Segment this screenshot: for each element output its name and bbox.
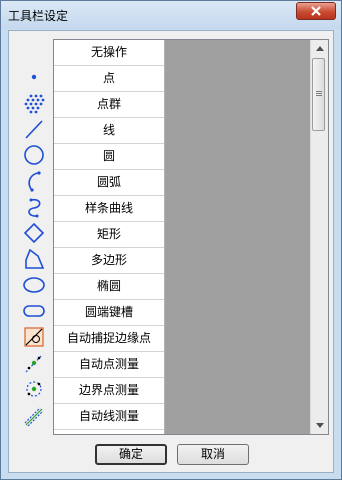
- spline-icon: [22, 195, 46, 219]
- circle-icon: [22, 143, 46, 167]
- window-title: 工具栏设定: [8, 9, 69, 23]
- ok-button[interactable]: 确定: [95, 444, 167, 465]
- list-item-auto-line-measure[interactable]: 自动线测量: [54, 404, 164, 430]
- scrollbar-thumb[interactable]: [312, 58, 325, 131]
- list-item-point[interactable]: 点: [54, 66, 164, 92]
- scroll-down-icon: [315, 423, 324, 428]
- list-item-edge-snap[interactable]: 自动捕捉边缘点: [54, 326, 164, 352]
- scroll-down-button[interactable]: [311, 417, 328, 434]
- boundary-point-measure-icon: [22, 377, 46, 401]
- rectangle-icon: [22, 221, 46, 245]
- arc-icon: [22, 169, 46, 193]
- close-icon: [311, 6, 321, 16]
- slot-icon: [22, 299, 46, 323]
- grip-line: [316, 91, 322, 92]
- list-item-next[interactable]: [54, 430, 164, 434]
- grip-line: [316, 95, 322, 96]
- title-bar: 工具栏设定: [1, 1, 341, 29]
- close-button[interactable]: [296, 2, 336, 20]
- list-item-rectangle[interactable]: 矩形: [54, 222, 164, 248]
- point-cloud-icon: [22, 91, 46, 115]
- polygon-icon: [22, 247, 46, 271]
- list-item-circle[interactable]: 圆: [54, 144, 164, 170]
- list-item-ellipse[interactable]: 椭圆: [54, 274, 164, 300]
- list-item-no-operation[interactable]: 无操作: [54, 40, 164, 66]
- toolbar-settings-dialog: 工具栏设定 无操作 点 点群 线 圆 圆弧 样条曲线 矩形 多边形 椭圆 圆端键…: [0, 0, 342, 480]
- auto-point-measure-icon: [22, 351, 46, 375]
- vertical-scrollbar[interactable]: [310, 40, 328, 434]
- scroll-up-button[interactable]: [311, 40, 328, 57]
- point-icon: [22, 65, 46, 89]
- function-list-column: 无操作 点 点群 线 圆 圆弧 样条曲线 矩形 多边形 椭圆 圆端键槽 自动捕捉…: [54, 40, 165, 434]
- list-item-arc[interactable]: 圆弧: [54, 170, 164, 196]
- list-item-spline[interactable]: 样条曲线: [54, 196, 164, 222]
- cancel-button[interactable]: 取消: [177, 444, 249, 465]
- line-icon: [22, 117, 46, 141]
- list-item-line[interactable]: 线: [54, 118, 164, 144]
- edge-snap-icon: [22, 325, 46, 349]
- scroll-up-icon: [315, 46, 324, 51]
- toolbar-function-list[interactable]: 无操作 点 点群 线 圆 圆弧 样条曲线 矩形 多边形 椭圆 圆端键槽 自动捕捉…: [53, 39, 329, 435]
- list-item-boundary-point-measure[interactable]: 边界点测量: [54, 378, 164, 404]
- list-item-point-cloud[interactable]: 点群: [54, 92, 164, 118]
- dialog-body: 无操作 点 点群 线 圆 圆弧 样条曲线 矩形 多边形 椭圆 圆端键槽 自动捕捉…: [8, 30, 334, 473]
- ellipse-icon: [22, 273, 46, 297]
- grip-line: [316, 93, 322, 94]
- list-item-auto-point-measure[interactable]: 自动点测量: [54, 352, 164, 378]
- list-item-slot[interactable]: 圆端键槽: [54, 300, 164, 326]
- list-item-polygon[interactable]: 多边形: [54, 248, 164, 274]
- auto-line-measure-icon: [22, 403, 46, 427]
